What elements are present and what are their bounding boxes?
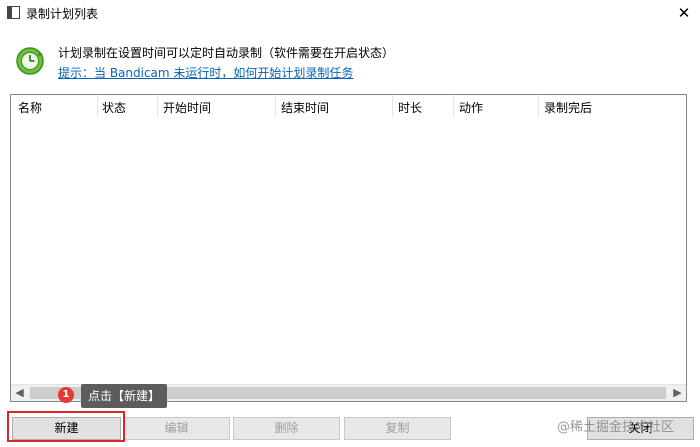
scroll-left-icon[interactable]: ◀ [11,385,28,401]
step-badge: 1 [58,387,74,403]
watermark: @稀土掘金技术社区 [557,420,675,435]
title-bar: 录制计划列表 ✕ [0,0,700,27]
schedule-list[interactable]: 名称 状态 开始时间 结束时间 时长 动作 录制完后 ◀ ▶ [10,94,687,402]
column-action[interactable]: 动作 [459,99,483,116]
hint-link[interactable]: 提示：当 Bandicam 未运行时，如何开始计划录制任务 [58,64,353,81]
copy-button[interactable]: 复制 [344,417,451,440]
column-start-time[interactable]: 开始时间 [163,99,211,116]
schedule-description: 计划录制在设置时间可以定时自动录制（软件需要在开启状态） [58,46,395,60]
app-icon [7,6,20,19]
column-divider[interactable] [392,95,393,117]
delete-button[interactable]: 删除 [233,417,340,440]
column-divider[interactable] [275,95,276,117]
column-after-recording[interactable]: 录制完后 [544,99,592,116]
column-end-time[interactable]: 结束时间 [281,99,329,116]
column-divider[interactable] [538,95,539,117]
column-divider[interactable] [453,95,454,117]
scroll-right-icon[interactable]: ▶ [669,385,686,401]
window-title: 录制计划列表 [26,7,99,21]
column-name[interactable]: 名称 [18,99,42,116]
schedule-clock-icon [16,47,44,75]
instruction-tooltip: 点击【新建】 [81,384,168,408]
new-button-highlight [7,411,125,442]
column-divider[interactable] [97,95,98,117]
close-window-button[interactable]: ✕ [668,0,700,27]
edit-button[interactable]: 编辑 [123,417,230,440]
column-divider[interactable] [157,95,158,117]
column-duration[interactable]: 时长 [398,99,422,116]
list-header: 名称 状态 开始时间 结束时间 时长 动作 录制完后 [11,95,686,117]
column-status[interactable]: 状态 [102,99,126,116]
